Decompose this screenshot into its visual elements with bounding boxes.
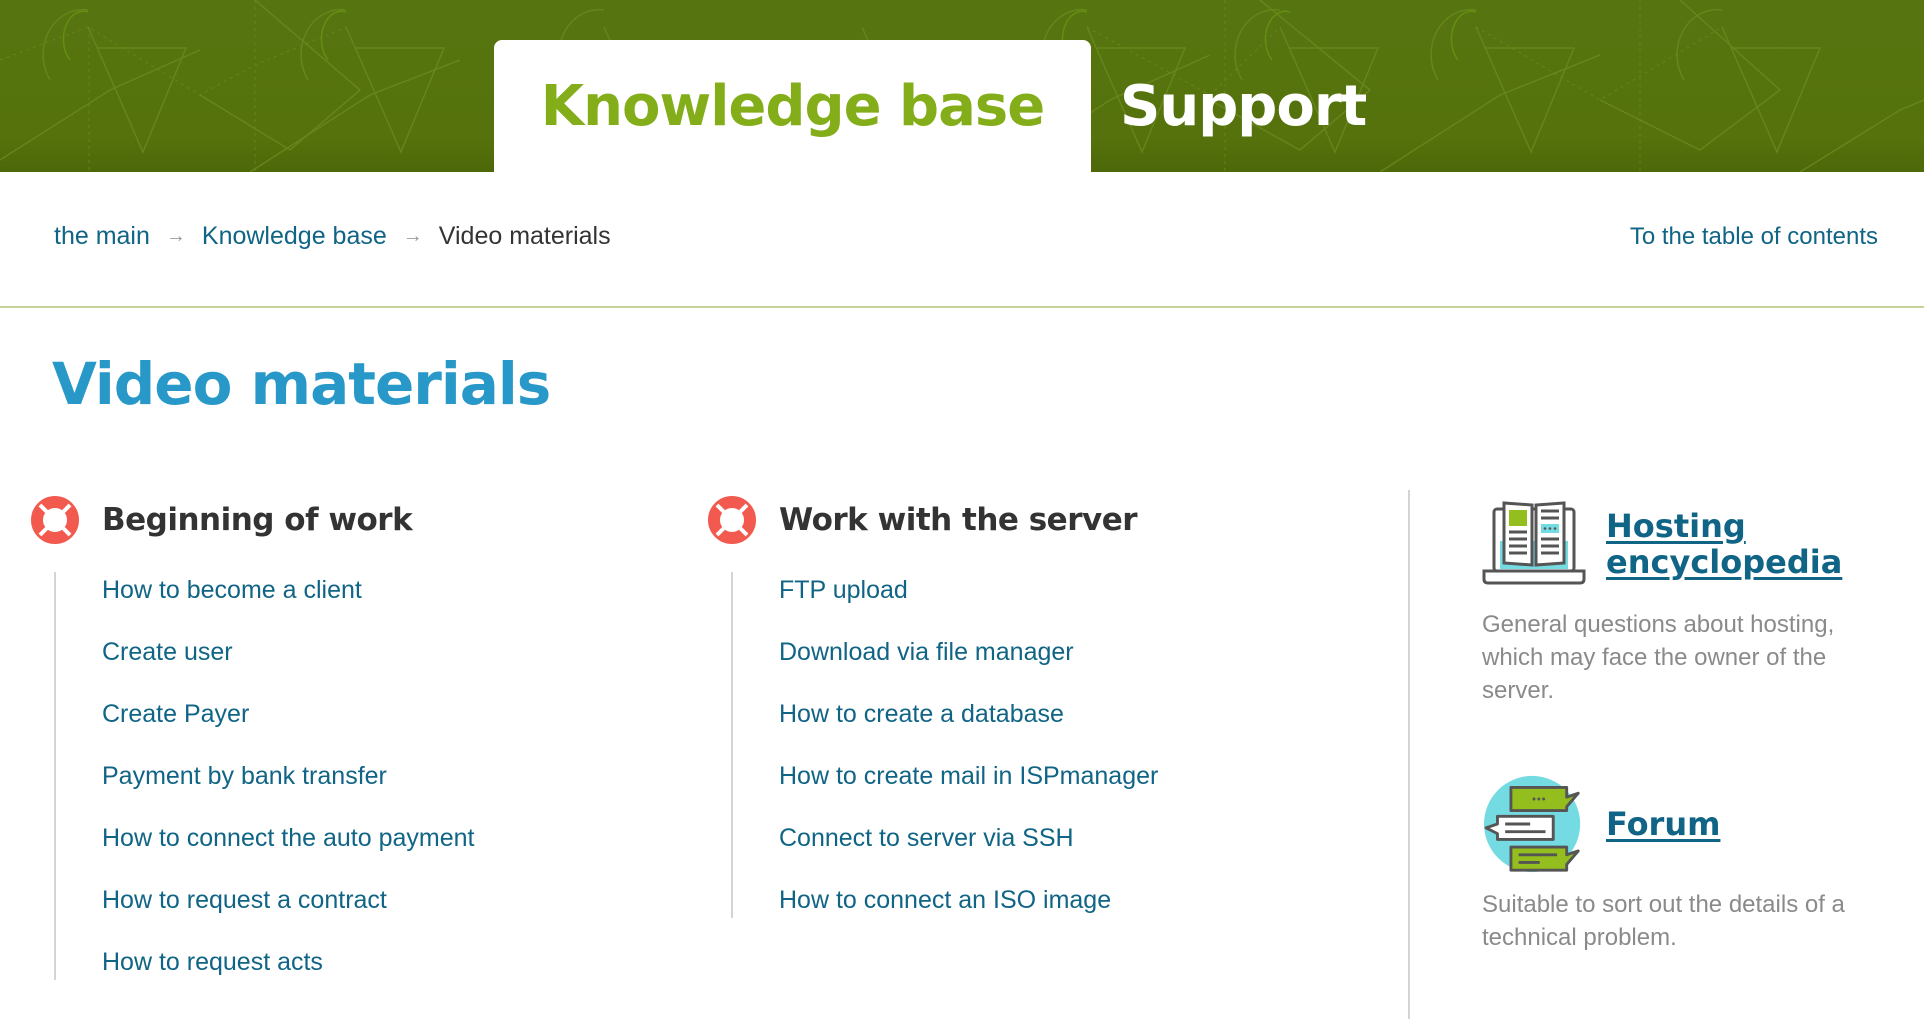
header-divider xyxy=(0,306,1924,308)
list-item: FTP upload xyxy=(779,572,1158,634)
list-item: Connect to server via SSH xyxy=(779,820,1158,882)
video-link[interactable]: Connect to server via SSH xyxy=(779,820,1074,856)
video-link[interactable]: Create user xyxy=(102,634,233,670)
list-item: Download via file manager xyxy=(779,634,1158,696)
video-link[interactable]: Download via file manager xyxy=(779,634,1074,670)
section-title: Beginning of work xyxy=(102,502,413,538)
forum-chat-icon xyxy=(1484,775,1581,873)
hosting-encyclopedia-card: Hosting encyclopedia General questions a… xyxy=(1482,494,1924,707)
section-work-with-server: Work with the server FTP upload Download… xyxy=(707,494,1158,918)
video-link[interactable]: FTP upload xyxy=(779,572,908,608)
list-item: How to request a contract xyxy=(102,882,474,944)
list-item: Create user xyxy=(102,634,474,696)
list-item: How to create mail in ISPmanager xyxy=(779,758,1158,820)
list-item: How to create a database xyxy=(779,696,1158,758)
arrow-right-icon: → xyxy=(165,225,186,247)
breadcrumb: the main → Knowledge base → Video materi… xyxy=(54,222,611,251)
video-link[interactable]: How to connect the auto payment xyxy=(102,820,474,856)
hosting-encyclopedia-link[interactable]: Hosting encyclopedia xyxy=(1606,508,1924,580)
video-link[interactable]: How to connect an ISO image xyxy=(779,882,1111,918)
list-item: How to become a client xyxy=(102,572,474,634)
forum-link[interactable]: Forum xyxy=(1606,806,1720,842)
video-link[interactable]: Payment by bank transfer xyxy=(102,758,387,794)
breadcrumb-knowledge-base-link[interactable]: Knowledge base xyxy=(202,222,387,251)
arrow-right-icon: → xyxy=(402,225,423,247)
section-header: Work with the server xyxy=(707,494,1158,546)
tab-support[interactable]: Support xyxy=(1120,40,1420,172)
link-list: FTP upload Download via file manager How… xyxy=(731,572,1158,918)
header-banner: Knowledge base Support xyxy=(0,0,1924,172)
table-of-contents-link[interactable]: To the table of contents xyxy=(1618,224,1878,250)
video-link[interactable]: How to become a client xyxy=(102,572,362,608)
breadcrumb-main-link[interactable]: the main xyxy=(54,222,150,251)
encyclopedia-laptop-icon xyxy=(1482,501,1586,585)
lifebuoy-icon xyxy=(708,496,756,544)
lifebuoy-icon xyxy=(31,496,79,544)
forum-card: Forum Suitable to sort out the details o… xyxy=(1482,774,1902,954)
list-item: How to request acts xyxy=(102,944,474,980)
video-link[interactable]: Create Payer xyxy=(102,696,249,732)
section-header: Beginning of work xyxy=(30,494,474,546)
video-link[interactable]: How to request a contract xyxy=(102,882,387,918)
card-description: General questions about hosting, which m… xyxy=(1482,611,1835,704)
video-link[interactable]: How to create mail in ISPmanager xyxy=(779,758,1158,794)
video-link[interactable]: How to request acts xyxy=(102,944,323,980)
video-link[interactable]: How to create a database xyxy=(779,696,1064,732)
column-separator xyxy=(1408,490,1410,1019)
list-item: Payment by bank transfer xyxy=(102,758,474,820)
section-title: Work with the server xyxy=(779,502,1138,538)
link-list: How to become a client Create user Creat… xyxy=(54,572,474,980)
breadcrumb-current: Video materials xyxy=(438,222,611,250)
list-item: Create Payer xyxy=(102,696,474,758)
tab-knowledge-base[interactable]: Knowledge base xyxy=(494,40,1091,172)
card-description: Suitable to sort out the details of a te… xyxy=(1482,891,1845,951)
section-beginning-of-work: Beginning of work How to become a client… xyxy=(30,494,474,980)
list-item: How to connect the auto payment xyxy=(102,820,474,882)
card-header: Forum xyxy=(1482,774,1902,874)
card-header: Hosting encyclopedia xyxy=(1482,494,1924,594)
page-title: Video materials xyxy=(52,350,551,418)
list-item: How to connect an ISO image xyxy=(779,882,1158,918)
